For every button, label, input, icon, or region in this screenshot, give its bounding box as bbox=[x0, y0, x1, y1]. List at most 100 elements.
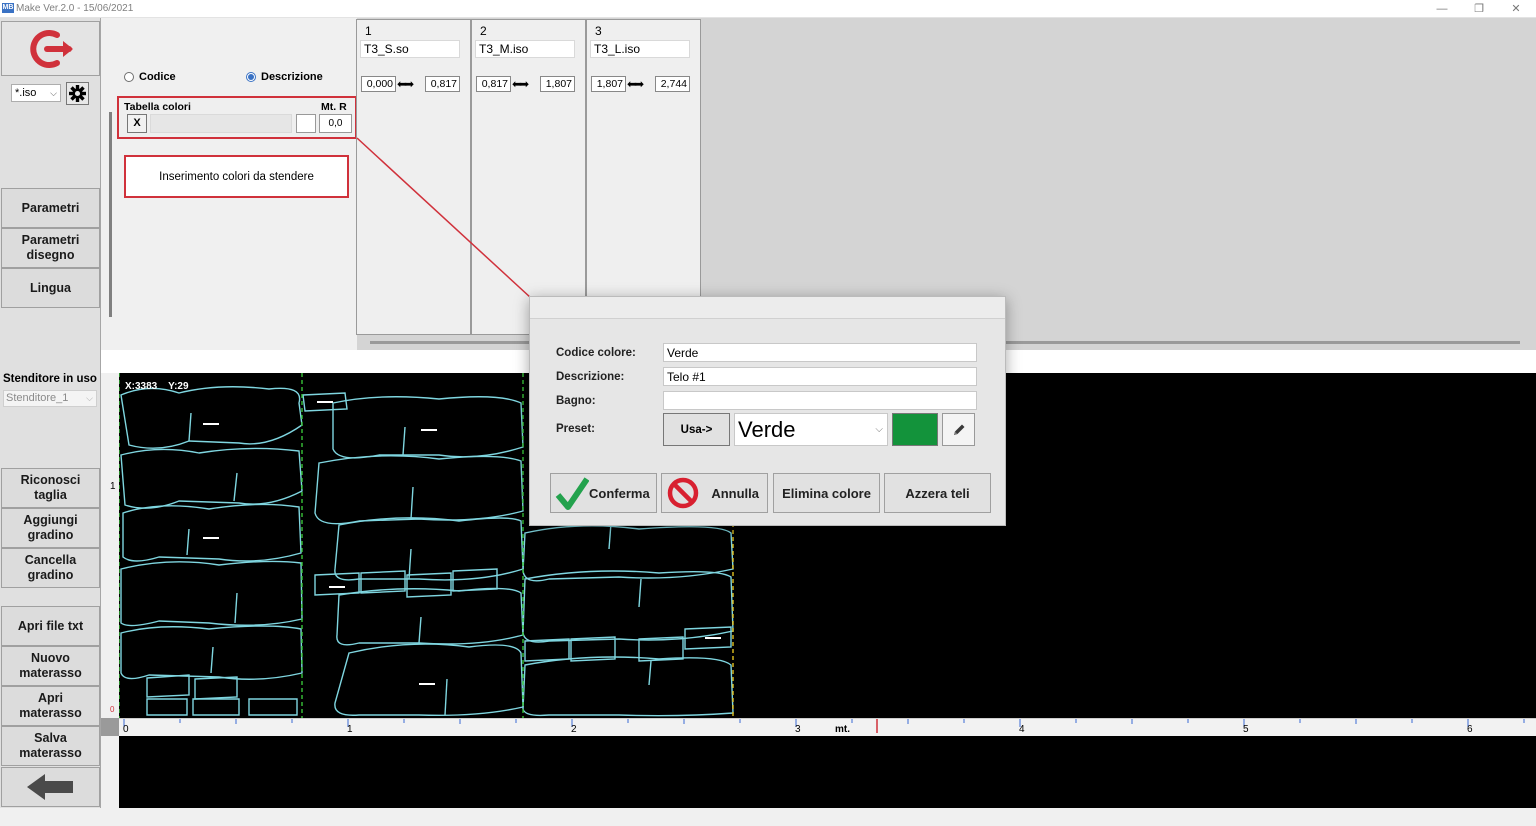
elimina-colore-button[interactable]: Elimina colore bbox=[773, 473, 880, 513]
riconosci-taglia-button[interactable]: Riconosci taglia bbox=[1, 468, 100, 508]
size-from-field[interactable]: 0,817 bbox=[476, 76, 511, 92]
stenditore-select-value: Stenditore_1 bbox=[6, 392, 69, 404]
chevron-down-icon: ⌵ bbox=[86, 393, 93, 403]
window-title: Make Ver.2.0 - 15/06/2021 bbox=[16, 3, 134, 14]
color-table-title: Tabella colori bbox=[124, 101, 191, 113]
format-select[interactable]: *.iso ⌵ bbox=[11, 84, 61, 102]
mtr-field[interactable]: 0,0 bbox=[319, 114, 352, 133]
ruler-label: 2 bbox=[571, 724, 577, 735]
edit-preset-button[interactable] bbox=[942, 413, 975, 446]
app-logo-icon: MB bbox=[2, 3, 14, 13]
radio-codice-icon bbox=[124, 72, 134, 82]
descrizione-label: Descrizione bbox=[261, 71, 323, 83]
dialog-header bbox=[530, 297, 1005, 319]
left-ruler-tick: 1 bbox=[110, 481, 116, 492]
title-bar: MB Make Ver.2.0 - 15/06/2021 — ❐ ✕ bbox=[0, 0, 1536, 18]
codice-colore-label: Codice colore: bbox=[556, 347, 636, 359]
salva-materasso-button[interactable]: Salva materasso bbox=[1, 726, 100, 766]
ruler-ticks bbox=[123, 719, 1525, 733]
annotation-box: Inserimento colori da stendere bbox=[124, 155, 349, 198]
arrow-left-icon bbox=[26, 774, 73, 800]
parametri-disegno-button[interactable]: Parametri disegno bbox=[1, 228, 100, 268]
preset-select[interactable]: Verde ⌵ bbox=[734, 413, 888, 446]
ruler-corner bbox=[101, 718, 119, 736]
azzera-teli-button[interactable]: Azzera teli bbox=[884, 473, 991, 513]
stenditore-label: Stenditore in uso bbox=[3, 373, 97, 385]
preset-label: Preset: bbox=[556, 423, 595, 435]
prohibited-icon bbox=[667, 477, 699, 509]
cursor-coordinates: X:3383 Y:29 bbox=[125, 381, 189, 392]
size-to-field[interactable]: 1,807 bbox=[540, 76, 575, 92]
color-dialog: Codice colore: Verde Descrizione: Telo #… bbox=[529, 296, 1006, 526]
minimize-button[interactable]: — bbox=[1425, 1, 1459, 17]
double-arrow-icon: ⬅➡ bbox=[627, 77, 644, 91]
lingua-button[interactable]: Lingua bbox=[1, 268, 100, 308]
descrizione-label: Descrizione: bbox=[556, 371, 625, 383]
size-file-field[interactable]: T3_M.iso bbox=[475, 40, 575, 58]
ruler-label: 5 bbox=[1243, 724, 1249, 735]
parametri-button[interactable]: Parametri bbox=[1, 188, 100, 228]
aggiungi-gradino-button[interactable]: Aggiungi gradino bbox=[1, 508, 100, 548]
exit-button[interactable] bbox=[1, 21, 100, 76]
bottom-canvas bbox=[119, 736, 1536, 808]
chevron-down-icon: ⌵ bbox=[50, 88, 57, 98]
size-from-field[interactable]: 1,807 bbox=[591, 76, 626, 92]
status-bar bbox=[0, 808, 1536, 826]
size-number: 3 bbox=[595, 24, 602, 38]
apri-materasso-button[interactable]: Apri materasso bbox=[1, 686, 100, 726]
close-button[interactable]: ✕ bbox=[1499, 1, 1533, 17]
size-number: 2 bbox=[480, 24, 487, 38]
codice-colore-input[interactable]: Verde bbox=[663, 343, 977, 362]
double-arrow-icon: ⬅➡ bbox=[397, 77, 414, 91]
bagno-input[interactable] bbox=[663, 391, 977, 410]
ruler-unit: mt. bbox=[835, 724, 850, 735]
cancella-gradino-button[interactable]: Cancella gradino bbox=[1, 548, 100, 588]
apri-file-txt-button[interactable]: Apri file txt bbox=[1, 606, 100, 646]
ruler-label: 0 bbox=[123, 724, 129, 735]
preset-select-value: Verde bbox=[738, 417, 796, 442]
descrizione-radio[interactable]: Descrizione bbox=[246, 71, 323, 83]
chevron-down-icon: ⌵ bbox=[875, 424, 883, 435]
size-column: 1 T3_S.so 0,000 ⬅➡ 0,817 bbox=[356, 19, 471, 335]
size-file-field[interactable]: T3_S.so bbox=[360, 40, 460, 58]
left-panel: *.iso ⌵ Parametri Parametri disegno Ling… bbox=[0, 18, 101, 808]
color-name-field[interactable] bbox=[150, 114, 292, 133]
vertical-scrollbar[interactable] bbox=[109, 112, 112, 317]
ruler-label: 4 bbox=[1019, 724, 1025, 735]
gear-icon bbox=[69, 85, 86, 102]
back-button[interactable] bbox=[1, 767, 100, 807]
size-column: 2 T3_M.iso 0,817 ⬅➡ 1,807 bbox=[471, 19, 586, 335]
annulla-label: Annulla bbox=[711, 485, 759, 501]
color-swatch[interactable] bbox=[296, 114, 316, 133]
ruler-label: 3 bbox=[795, 724, 801, 735]
color-table: Tabella colori Mt. R X 0,0 bbox=[117, 96, 357, 139]
usa-button[interactable]: Usa-> bbox=[663, 413, 730, 446]
ruler-label: 1 bbox=[347, 724, 353, 735]
radio-descrizione-icon bbox=[246, 72, 256, 82]
codice-radio[interactable]: Codice bbox=[124, 71, 176, 83]
descrizione-input[interactable]: Telo #1 bbox=[663, 367, 977, 386]
settings-button[interactable] bbox=[66, 82, 89, 105]
ruler-label: 6 bbox=[1467, 724, 1473, 735]
nuovo-materasso-button[interactable]: Nuovo materasso bbox=[1, 646, 100, 686]
size-column: 3 T3_L.iso 1,807 ⬅➡ 2,744 bbox=[586, 19, 701, 335]
power-exit-icon bbox=[29, 29, 73, 68]
stenditore-select[interactable]: Stenditore_1 ⌵ bbox=[3, 390, 97, 407]
annulla-button[interactable]: Annulla bbox=[661, 473, 768, 513]
remove-color-button[interactable]: X bbox=[127, 114, 147, 133]
pencil-icon bbox=[953, 424, 964, 435]
horizontal-ruler: 0 1 2 3 4 5 6 mt. bbox=[119, 718, 1536, 736]
codice-label: Codice bbox=[139, 71, 176, 83]
double-arrow-icon: ⬅➡ bbox=[512, 77, 529, 91]
size-to-field[interactable]: 0,817 bbox=[425, 76, 460, 92]
size-from-field[interactable]: 0,000 bbox=[361, 76, 396, 92]
restore-button[interactable]: ❐ bbox=[1462, 1, 1496, 17]
mtr-label: Mt. R bbox=[321, 101, 347, 113]
checkmark-icon bbox=[555, 477, 589, 510]
size-file-field[interactable]: T3_L.iso bbox=[590, 40, 690, 58]
format-select-value: *.iso bbox=[15, 87, 37, 99]
conferma-button[interactable]: Conferma bbox=[550, 473, 657, 513]
conferma-label: Conferma bbox=[589, 485, 650, 501]
preset-color-swatch[interactable] bbox=[892, 413, 938, 446]
size-to-field[interactable]: 2,744 bbox=[655, 76, 690, 92]
